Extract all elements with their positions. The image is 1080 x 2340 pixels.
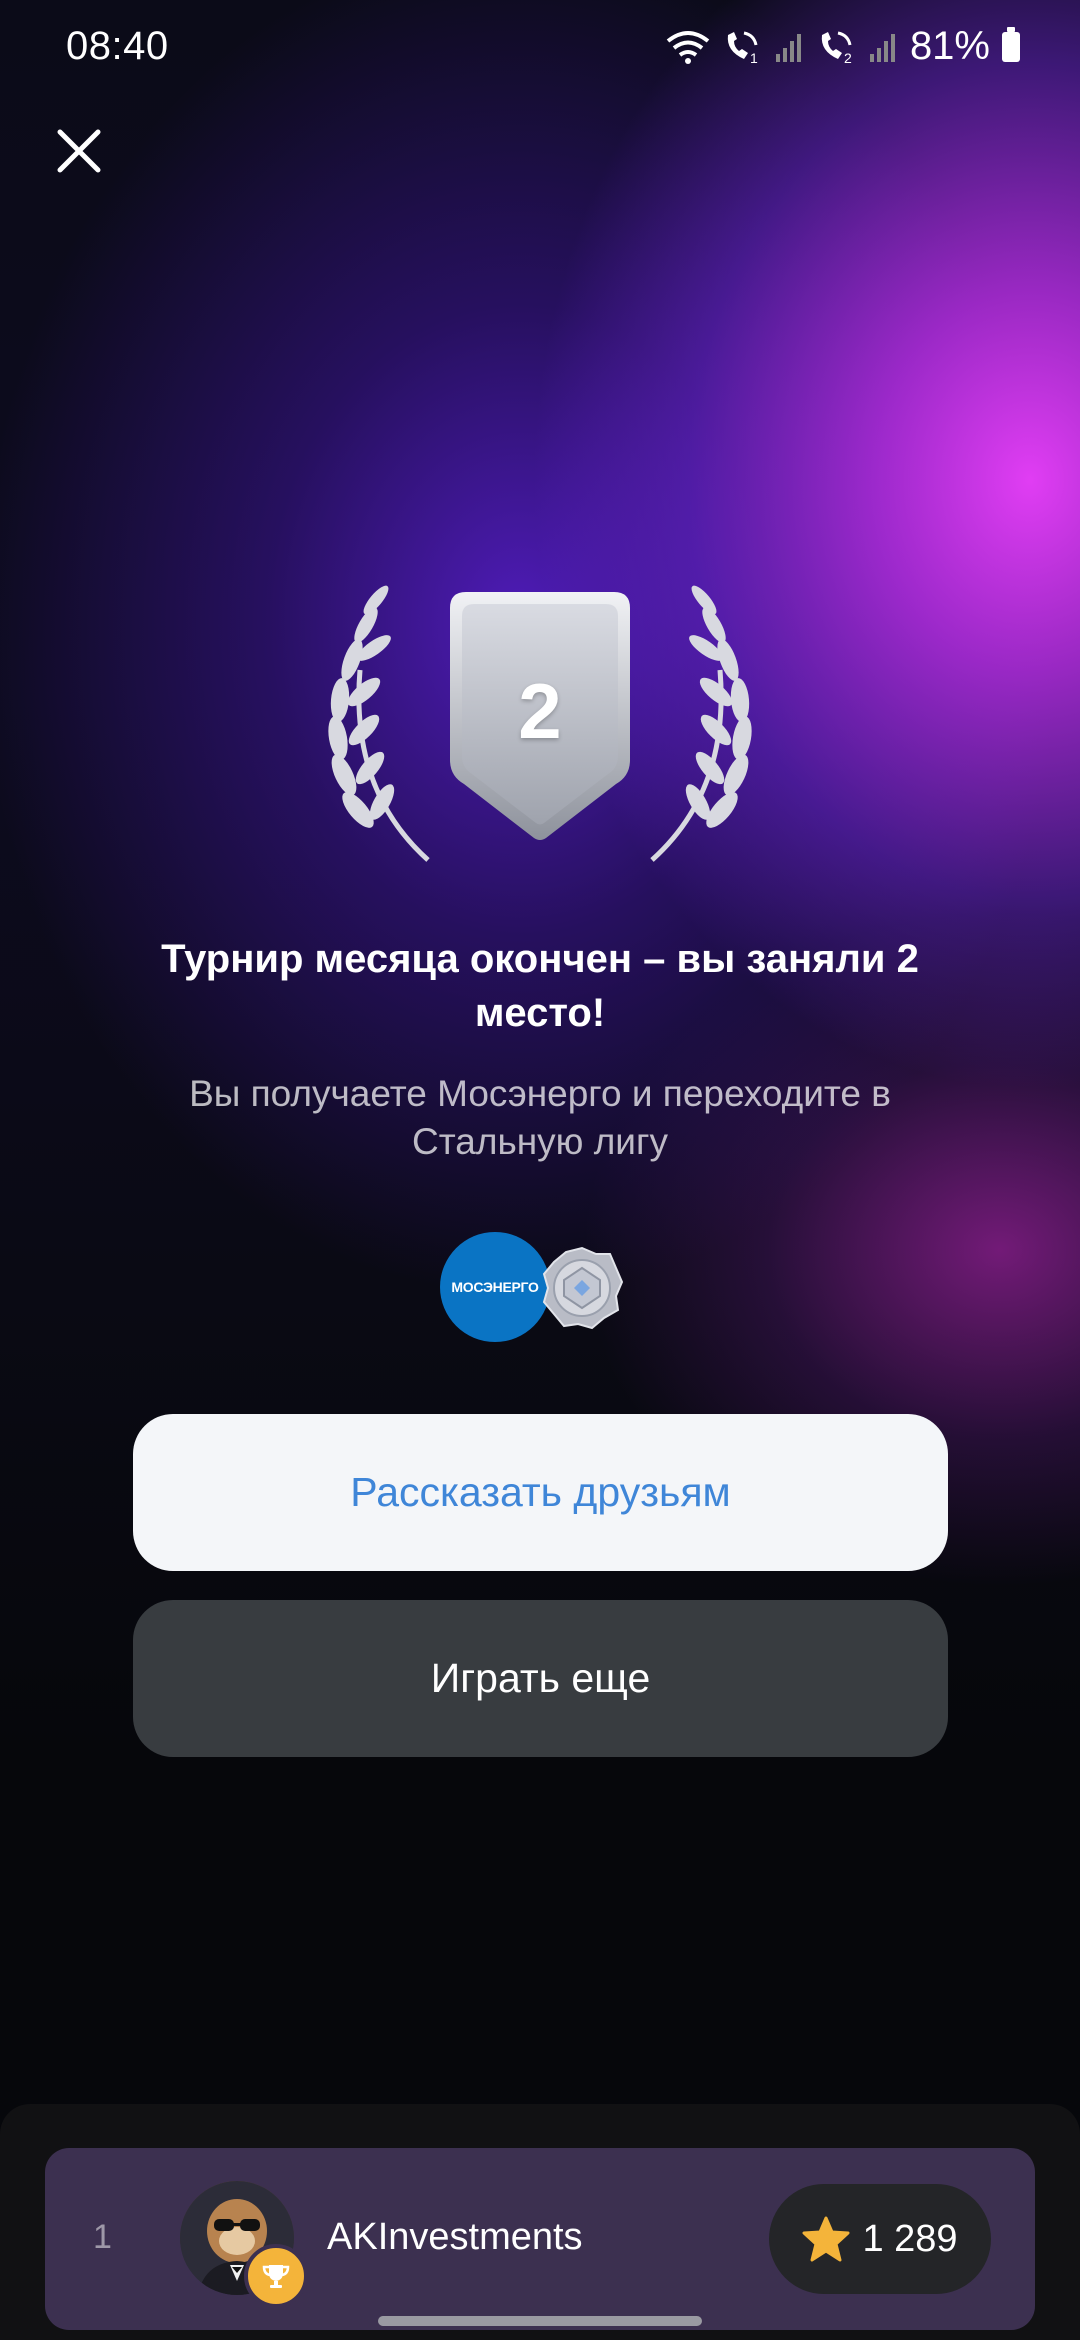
mosenergo-logo: МОСЭНЕРГО — [440, 1232, 550, 1342]
status-time: 08:40 — [66, 24, 169, 68]
play-again-label: Играть еще — [430, 1655, 651, 1701]
rewards: МОСЭНЕРГО — [440, 1232, 640, 1344]
steel-league-badge-icon — [542, 1246, 624, 1330]
wifi-icon — [666, 30, 710, 64]
battery-percent: 81% — [909, 24, 990, 68]
place-number: 2 — [518, 667, 562, 755]
trophy-icon — [244, 2244, 308, 2308]
leaderboard-username: AKInvestments — [327, 2216, 583, 2258]
result-title: Турнир месяца окончен – вы заняли 2 мест… — [161, 937, 919, 1035]
leaderboard-rank: 1 — [93, 2218, 112, 2256]
close-icon[interactable] — [50, 122, 108, 180]
signal-bars-2-icon — [869, 33, 895, 62]
status-icons: 1 2 81% — [666, 24, 1020, 69]
background-gradient — [0, 0, 1080, 2340]
score-badge: 1 289 — [769, 2184, 991, 2294]
share-with-friends-button[interactable]: Рассказать друзьям — [133, 1414, 948, 1571]
home-indicator[interactable] — [378, 2316, 702, 2326]
call-sim2-icon: 2 — [821, 31, 852, 65]
sim1-label: 1 — [750, 50, 758, 65]
star-icon — [802, 2216, 850, 2262]
place-award: 2 — [320, 580, 760, 870]
score-value: 1 289 — [862, 2217, 958, 2260]
play-again-button[interactable]: Играть еще — [133, 1600, 948, 1757]
status-bar: 08:40 1 2 81% — [0, 0, 1080, 95]
battery-icon — [1002, 26, 1020, 62]
share-with-friends-label: Рассказать друзьям — [350, 1469, 731, 1515]
mosenergo-logo-text: МОСЭНЕРГО — [451, 1279, 539, 1295]
leaderboard-row[interactable]: 1 AKInvestments 1 289 — [45, 2148, 1035, 2330]
signal-bars-1-icon — [775, 33, 801, 62]
result-subtitle: Вы получаете Мосэнерго и переходите в Ст… — [189, 1073, 891, 1162]
sim2-label: 2 — [844, 50, 852, 65]
call-sim1-icon: 1 — [727, 31, 758, 65]
